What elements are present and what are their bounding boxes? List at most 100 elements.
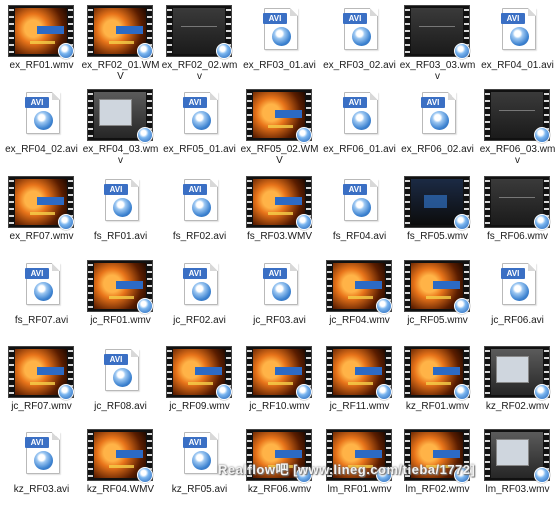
- avi-tag: AVI: [183, 437, 207, 448]
- file-item[interactable]: jc_RF11.wmv: [320, 343, 399, 423]
- file-item[interactable]: ex_RF02_02.wmv: [160, 2, 239, 82]
- file-item[interactable]: ex_RF06_03.wmv: [478, 86, 555, 166]
- document-icon: AVI: [421, 92, 456, 134]
- document-icon: AVI: [25, 432, 60, 474]
- file-item[interactable]: ex_RF01.wmv: [2, 2, 81, 82]
- video-thumbnail-icon: [81, 426, 160, 483]
- file-item[interactable]: AVI jc_RF06.avi: [478, 257, 555, 337]
- media-player-badge-icon: [296, 214, 312, 230]
- video-thumbnail-icon: [398, 173, 477, 230]
- avi-tag: AVI: [343, 97, 367, 108]
- file-item[interactable]: AVI ex_RF03_02.avi: [320, 2, 399, 82]
- document-icon: AVI: [183, 263, 218, 305]
- file-name: ex_RF03_03.wmv: [399, 60, 476, 82]
- video-thumbnail-icon: [478, 343, 555, 400]
- file-name: lm_RF02.wmv: [405, 484, 470, 495]
- file-item[interactable]: jc_RF05.wmv: [398, 257, 477, 337]
- file-item[interactable]: jc_RF07.wmv: [2, 343, 81, 423]
- file-name: ex_RF05_01.avi: [163, 144, 236, 155]
- file-name: jc_RF11.wmv: [329, 401, 390, 412]
- video-thumbnail-icon: [478, 86, 555, 143]
- file-item[interactable]: fs_RF06.wmv: [478, 173, 555, 253]
- media-player-badge-icon: [296, 384, 312, 400]
- file-item[interactable]: AVI fs_RF01.avi: [81, 173, 160, 253]
- file-item[interactable]: AVI ex_RF05_01.avi: [160, 86, 239, 166]
- file-item[interactable]: fs_RF03.WMV: [240, 173, 319, 253]
- document-icon: AVI: [343, 92, 378, 134]
- avi-tag: AVI: [25, 268, 49, 279]
- media-disc-icon: [192, 198, 211, 217]
- file-item[interactable]: ex_RF04_03.wmv: [81, 86, 160, 166]
- file-name: jc_RF03.avi: [253, 315, 306, 326]
- document-icon: AVI: [343, 8, 378, 50]
- file-name: kz_RF04.WMV: [86, 484, 155, 495]
- media-player-badge-icon: [454, 43, 470, 59]
- video-thumbnail-icon: [81, 257, 160, 314]
- file-item[interactable]: AVI jc_RF08.avi: [81, 343, 160, 423]
- avi-file-icon: AVI: [160, 86, 239, 143]
- document-icon: AVI: [263, 263, 298, 305]
- media-player-badge-icon: [216, 43, 232, 59]
- file-item[interactable]: ex_RF02_01.WMV: [81, 2, 160, 82]
- video-thumbnail-icon: [478, 426, 555, 483]
- file-item[interactable]: kz_RF01.wmv: [398, 343, 477, 423]
- avi-tag: AVI: [501, 268, 525, 279]
- file-name: jc_RF04.wmv: [329, 315, 390, 326]
- media-disc-icon: [192, 111, 211, 130]
- avi-tag: AVI: [421, 97, 445, 108]
- video-thumbnail-icon: [240, 86, 319, 143]
- file-item[interactable]: AVI fs_RF02.avi: [160, 173, 239, 253]
- media-disc-icon: [352, 111, 371, 130]
- avi-tag: AVI: [183, 184, 207, 195]
- video-thumbnail-icon: [320, 257, 399, 314]
- media-player-badge-icon: [534, 214, 550, 230]
- avi-file-icon: AVI: [2, 86, 81, 143]
- file-item[interactable]: kz_RF04.WMV: [81, 426, 160, 506]
- file-name: jc_RF07.wmv: [11, 401, 72, 412]
- file-name: fs_RF06.wmv: [486, 231, 549, 242]
- file-item[interactable]: jc_RF01.wmv: [81, 257, 160, 337]
- file-name: jc_RF05.wmv: [407, 315, 468, 326]
- avi-tag: AVI: [183, 97, 207, 108]
- media-disc-icon: [34, 111, 53, 130]
- video-thumbnail-icon: [81, 2, 160, 59]
- file-item[interactable]: AVI jc_RF03.avi: [240, 257, 319, 337]
- file-item[interactable]: AVI ex_RF04_01.avi: [478, 2, 555, 82]
- video-thumbnail-icon: [320, 343, 399, 400]
- avi-file-icon: AVI: [81, 343, 160, 400]
- file-name: fs_RF04.avi: [332, 231, 387, 242]
- file-item[interactable]: AVI fs_RF07.avi: [2, 257, 81, 337]
- file-item[interactable]: ex_RF03_03.wmv: [398, 2, 477, 82]
- media-player-badge-icon: [296, 127, 312, 143]
- file-item[interactable]: jc_RF09.wmv: [160, 343, 239, 423]
- document-icon: AVI: [25, 263, 60, 305]
- file-item[interactable]: jc_RF04.wmv: [320, 257, 399, 337]
- file-item[interactable]: fs_RF05.wmv: [398, 173, 477, 253]
- file-item[interactable]: AVI ex_RF06_01.avi: [320, 86, 399, 166]
- file-name: fs_RF05.wmv: [406, 231, 469, 242]
- file-item[interactable]: AVI kz_RF03.avi: [2, 426, 81, 506]
- file-item[interactable]: ex_RF07.wmv: [2, 173, 81, 253]
- file-item[interactable]: kz_RF02.wmv: [478, 343, 555, 423]
- file-item[interactable]: lm_RF03.wmv: [478, 426, 555, 506]
- avi-tag: AVI: [263, 268, 287, 279]
- file-item[interactable]: AVI ex_RF03_01.avi: [240, 2, 319, 82]
- file-item[interactable]: ex_RF05_02.WMV: [240, 86, 319, 166]
- file-item[interactable]: AVI fs_RF04.avi: [320, 173, 399, 253]
- avi-tag: AVI: [25, 437, 49, 448]
- file-name: kz_RF05.avi: [171, 484, 228, 495]
- file-item[interactable]: jc_RF10.wmv: [240, 343, 319, 423]
- avi-tag: AVI: [501, 13, 525, 24]
- file-item[interactable]: AVI jc_RF02.avi: [160, 257, 239, 337]
- document-icon: AVI: [104, 179, 139, 221]
- video-thumbnail-icon: [160, 343, 239, 400]
- avi-file-icon: AVI: [160, 257, 239, 314]
- media-disc-icon: [510, 27, 529, 46]
- video-thumbnail-icon: [398, 343, 477, 400]
- file-item[interactable]: AVI ex_RF04_02.avi: [2, 86, 81, 166]
- video-thumbnail-icon: [81, 86, 160, 143]
- file-item[interactable]: AVI ex_RF06_02.avi: [398, 86, 477, 166]
- avi-file-icon: AVI: [320, 86, 399, 143]
- file-name: jc_RF09.wmv: [169, 401, 230, 412]
- video-thumbnail-icon: [2, 2, 81, 59]
